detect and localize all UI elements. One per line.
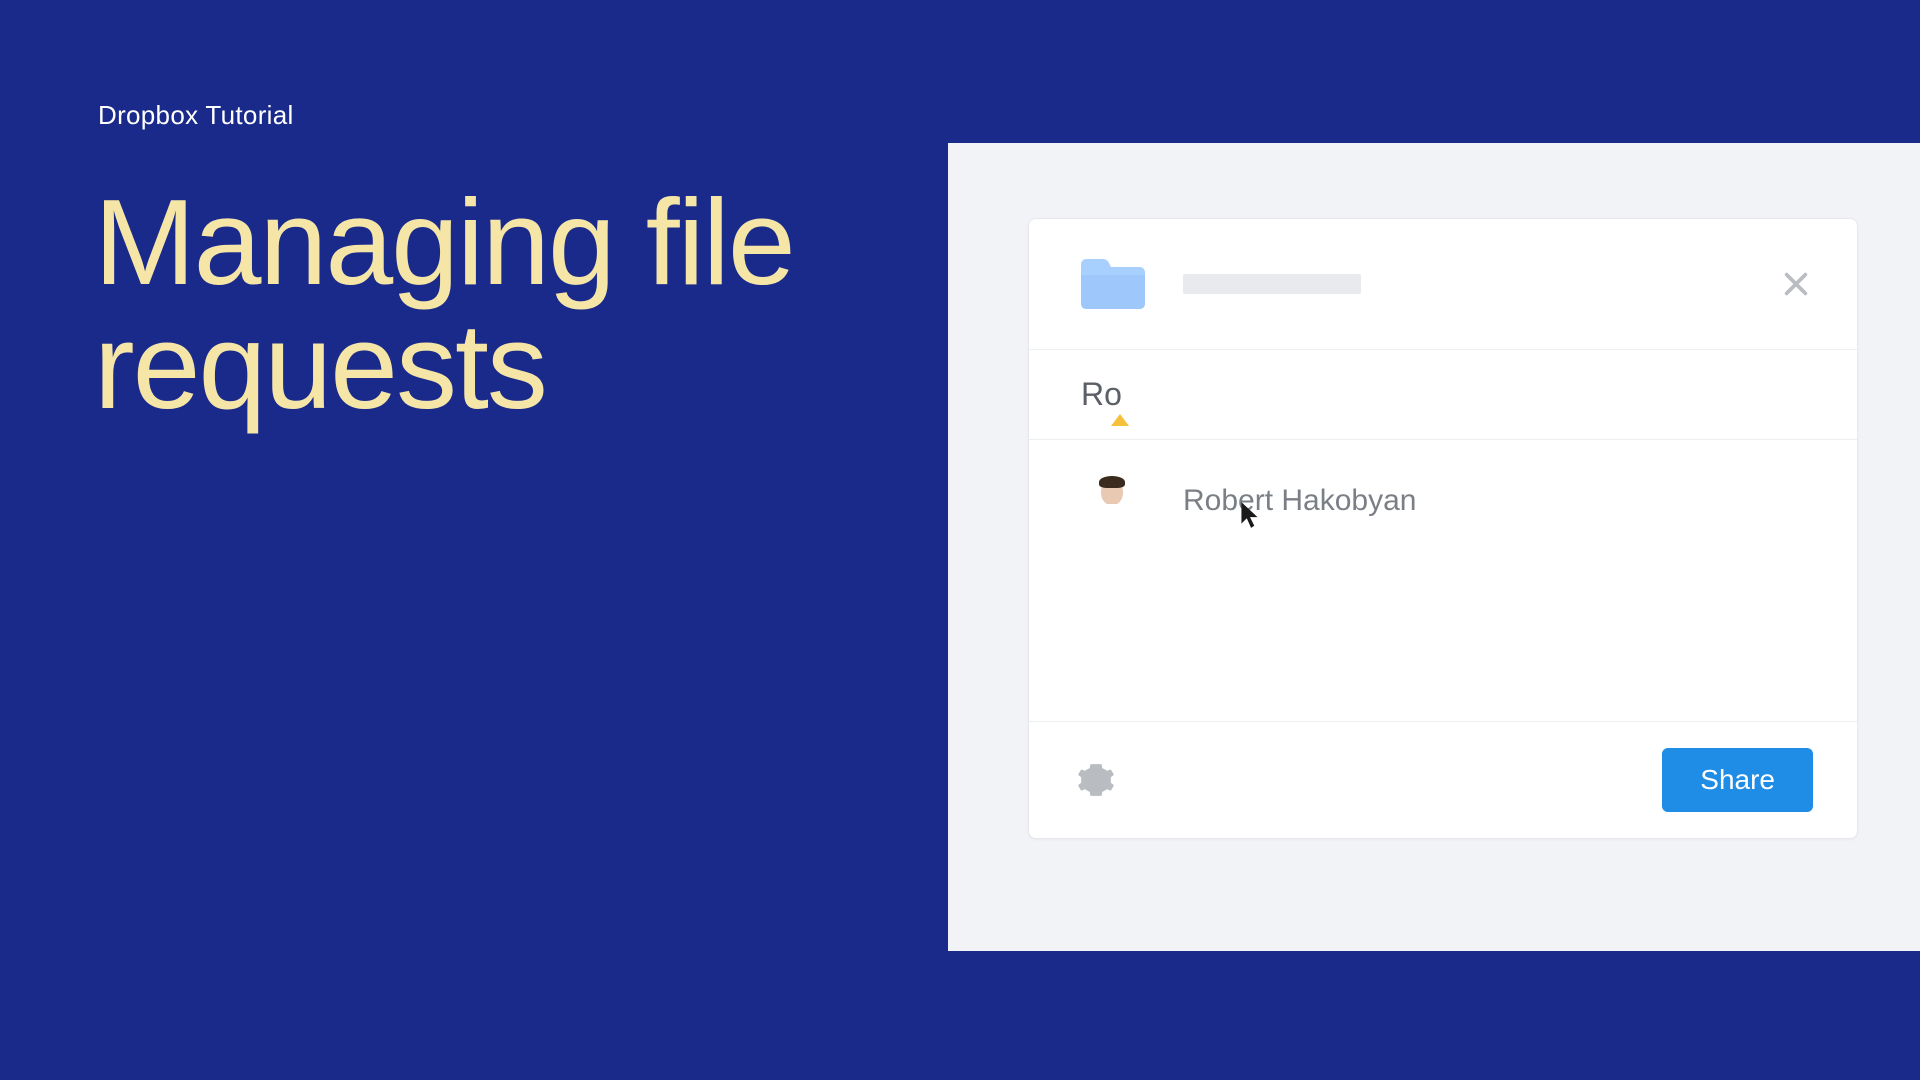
suggestion-item[interactable]: Robert Hakobyan (1029, 440, 1857, 562)
dialog-header (1029, 219, 1857, 350)
avatar (1081, 470, 1143, 532)
heading-line-1: Managing file (94, 174, 794, 310)
folder-icon (1077, 255, 1149, 313)
autocomplete-caret-icon (1111, 414, 1129, 426)
share-button[interactable]: Share (1662, 748, 1813, 812)
dialog-footer: Share (1029, 722, 1857, 838)
recipient-search-input[interactable]: Ro (1029, 350, 1857, 440)
share-dialog: Ro Robert Hakobyan Share (1028, 218, 1858, 839)
close-button[interactable] (1779, 267, 1813, 301)
page-title: Managing file requests (94, 180, 794, 429)
breadcrumb: Dropbox Tutorial (98, 100, 294, 131)
settings-button[interactable] (1077, 761, 1115, 799)
suggestion-name: Robert Hakobyan (1183, 484, 1416, 518)
folder-name-placeholder (1183, 274, 1361, 294)
heading-line-2: requests (94, 298, 546, 434)
suggestion-list: Robert Hakobyan (1029, 440, 1857, 722)
search-input-value: Ro (1081, 376, 1122, 412)
